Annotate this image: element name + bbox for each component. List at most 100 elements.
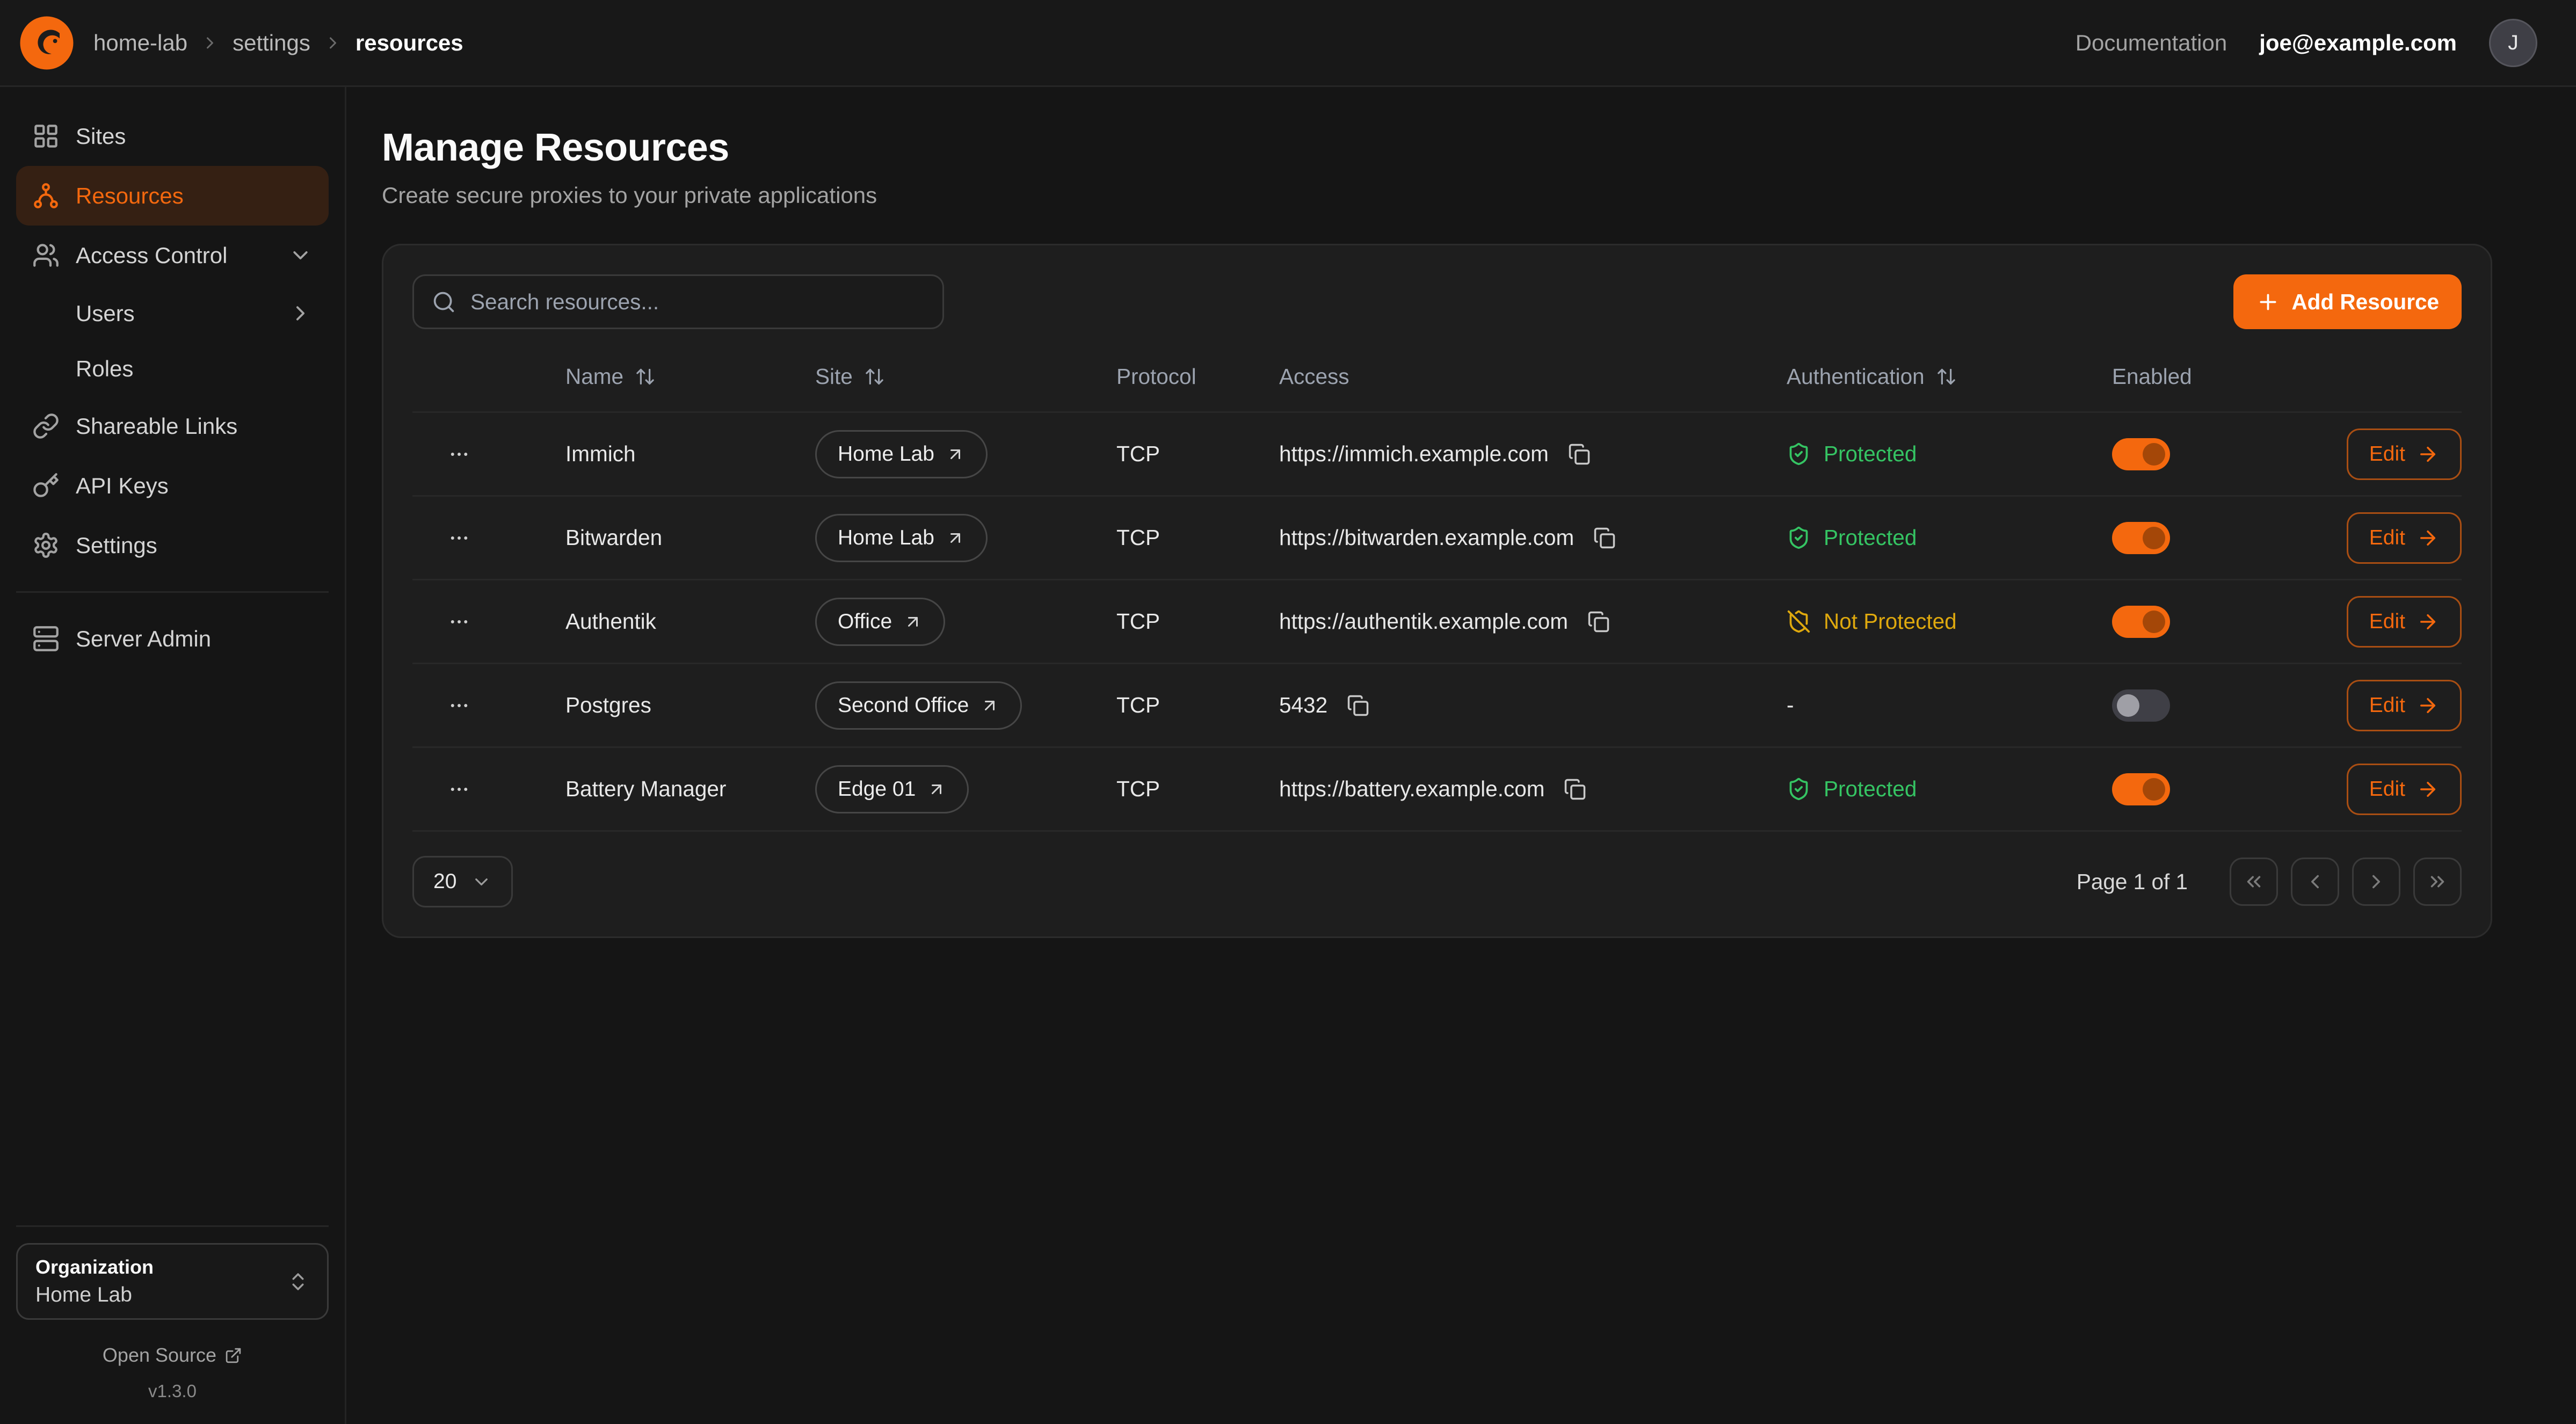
arrow-right-icon xyxy=(2417,527,2439,549)
avatar-initial: J xyxy=(2508,31,2519,55)
enabled-toggle[interactable] xyxy=(2112,606,2170,638)
auth-status: - xyxy=(1787,693,2112,718)
sidebar-item-shareable-links[interactable]: Shareable Links xyxy=(16,396,329,456)
copy-icon xyxy=(1568,443,1591,466)
next-page-button[interactable] xyxy=(2352,858,2400,906)
sidebar-item-server-admin[interactable]: Server Admin xyxy=(16,609,329,669)
site-link[interactable]: Edge 01 xyxy=(815,765,969,813)
sidebar-divider xyxy=(16,591,329,593)
page-subtitle: Create secure proxies to your private ap… xyxy=(382,183,2492,208)
sort-icon xyxy=(864,366,885,387)
auth-status: Protected xyxy=(1787,441,2112,467)
access-url: https://immich.example.com xyxy=(1279,441,1549,467)
search-input[interactable] xyxy=(470,289,925,315)
chevrons-up-down-icon xyxy=(287,1270,309,1293)
sidebar-item-label: Users xyxy=(76,302,135,325)
arrow-right-icon xyxy=(2417,694,2439,717)
breadcrumb-current-page[interactable]: resources xyxy=(355,30,463,56)
protocol: TCP xyxy=(1116,609,1279,634)
edit-button[interactable]: Edit xyxy=(2347,680,2462,731)
row-actions-button[interactable] xyxy=(441,772,477,807)
user-avatar[interactable]: J xyxy=(2489,19,2537,67)
sidebar-item-settings[interactable]: Settings xyxy=(16,515,329,575)
row-actions-button[interactable] xyxy=(441,604,477,640)
breadcrumb-org[interactable]: home-lab xyxy=(93,30,187,56)
copy-button[interactable] xyxy=(1561,775,1590,804)
pangolin-logo-icon[interactable] xyxy=(19,16,74,70)
shield-check-icon xyxy=(1787,442,1811,466)
sidebar-item-sites[interactable]: Sites xyxy=(16,106,329,166)
table-footer: 20 Page 1 of 1 xyxy=(412,856,2462,907)
sidebar-item-access-control[interactable]: Access Control xyxy=(16,226,329,285)
site-link[interactable]: Office xyxy=(815,598,945,646)
arrow-right-icon xyxy=(2417,778,2439,801)
copy-button[interactable] xyxy=(1565,440,1594,469)
copy-button[interactable] xyxy=(1590,524,1619,553)
sidebar-item-resources[interactable]: Resources xyxy=(16,166,329,226)
edit-button[interactable]: Edit xyxy=(2347,512,2462,564)
edit-button[interactable]: Edit xyxy=(2347,596,2462,648)
copy-icon xyxy=(1593,527,1616,549)
search-box[interactable] xyxy=(412,274,944,329)
card-toolbar: Add Resource xyxy=(412,274,2462,329)
table-row: Postgres Second Office TCP 5432 - Edit xyxy=(412,664,2462,748)
topbar-right: Documentation joe@example.com J xyxy=(2076,19,2537,67)
page-size-select[interactable]: 20 xyxy=(412,856,513,907)
open-source-link[interactable]: Open Source xyxy=(16,1344,329,1367)
breadcrumb-settings[interactable]: settings xyxy=(233,30,310,56)
chevron-right-icon xyxy=(200,33,220,53)
prev-page-button[interactable] xyxy=(2291,858,2339,906)
enabled-toggle[interactable] xyxy=(2112,522,2170,554)
access-url: https://battery.example.com xyxy=(1279,776,1544,802)
chevron-down-icon xyxy=(471,871,492,892)
protocol: TCP xyxy=(1116,525,1279,550)
sidebar-item-label: Access Control xyxy=(76,244,227,267)
protocol: TCP xyxy=(1116,693,1279,718)
enabled-toggle[interactable] xyxy=(2112,689,2170,722)
chevron-down-icon xyxy=(288,243,313,267)
users-icon xyxy=(32,242,60,269)
sidebar-item-api-keys[interactable]: API Keys xyxy=(16,456,329,515)
enabled-toggle[interactable] xyxy=(2112,773,2170,805)
row-actions-button[interactable] xyxy=(441,688,477,723)
arrow-right-icon xyxy=(2417,611,2439,633)
protocol: TCP xyxy=(1116,776,1279,802)
site-link[interactable]: Home Lab xyxy=(815,514,988,562)
first-page-button[interactable] xyxy=(2230,858,2278,906)
access-url: 5432 xyxy=(1279,693,1327,718)
sidebar-item-roles[interactable]: Roles xyxy=(16,342,329,396)
plus-icon xyxy=(2256,290,2280,314)
sidebar-item-label: Roles xyxy=(76,358,133,380)
header-name[interactable]: Name xyxy=(565,364,815,389)
ellipsis-icon xyxy=(448,611,470,633)
sidebar-item-users[interactable]: Users xyxy=(16,285,329,342)
edit-button[interactable]: Edit xyxy=(2347,764,2462,815)
site-link[interactable]: Second Office xyxy=(815,681,1022,730)
add-resource-button[interactable]: Add Resource xyxy=(2233,274,2462,329)
copy-button[interactable] xyxy=(1584,607,1613,636)
auth-status: Not Protected xyxy=(1787,609,2112,634)
sidebar-item-label: Shareable Links xyxy=(76,415,237,438)
header-site[interactable]: Site xyxy=(815,364,1116,389)
table-row: Immich Home Lab TCP https://immich.examp… xyxy=(412,413,2462,497)
enabled-toggle[interactable] xyxy=(2112,438,2170,470)
row-actions-button[interactable] xyxy=(441,437,477,472)
documentation-link[interactable]: Documentation xyxy=(2076,30,2227,56)
resource-name: Battery Manager xyxy=(565,776,815,802)
key-icon xyxy=(32,472,60,499)
pagination: Page 1 of 1 xyxy=(2077,858,2462,906)
org-selector[interactable]: Organization Home Lab xyxy=(16,1243,329,1320)
sidebar: Sites Resources Access Control Users Rol… xyxy=(0,87,346,1424)
row-actions-button[interactable] xyxy=(441,520,477,556)
arrow-up-right-icon xyxy=(927,780,946,799)
main-content: Manage Resources Create secure proxies t… xyxy=(346,87,2576,1424)
edit-button[interactable]: Edit xyxy=(2347,428,2462,480)
last-page-button[interactable] xyxy=(2413,858,2462,906)
shield-check-icon xyxy=(1787,777,1811,801)
header-authentication[interactable]: Authentication xyxy=(1787,364,2112,389)
chevrons-right-icon xyxy=(2426,870,2449,893)
site-link[interactable]: Home Lab xyxy=(815,430,988,478)
auth-status: Protected xyxy=(1787,776,2112,802)
copy-button[interactable] xyxy=(1344,691,1373,720)
resource-name: Authentik xyxy=(565,609,815,634)
